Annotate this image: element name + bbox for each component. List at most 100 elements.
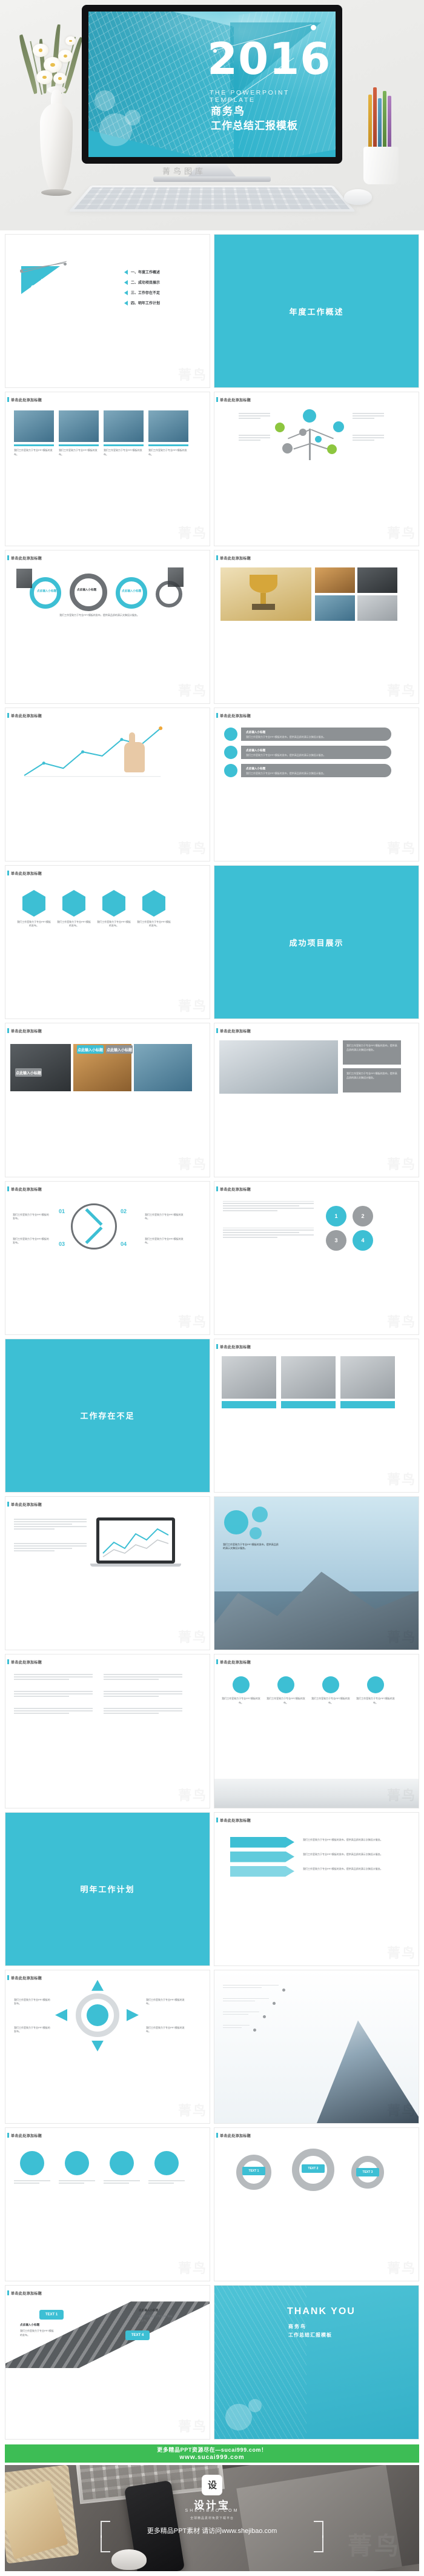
footer-brand-banner: 设 设计宝 SHEJIBAO.COM 全球精品素材免费下载平台 更多精品PPT素…	[5, 2464, 419, 2571]
monitor-base	[153, 176, 271, 182]
slide-title: 单击此处添加标题	[216, 1343, 251, 1350]
slide-thumbnail[interactable]: 单击此处添加标题 我们工作室致力于专业PPT模板的发布，提供高品质的演示文稿设计…	[214, 1023, 419, 1177]
watermark: 菁鸟	[178, 2416, 207, 2435]
watermark: 菁鸟	[178, 2258, 207, 2277]
slide-thumbnail[interactable]: 单击此处添加标题 点此输入小标题 我们工作室致力于专业PPT模板的发布，提供高品…	[214, 707, 419, 861]
slide-title: 单击此处添加标题	[7, 871, 42, 876]
slide-thumbnail[interactable]: 单击此处添加标题 我们工作室致力于专业PPT模板的发布。 我们工作室致力于专业P…	[5, 865, 210, 1020]
slide-title: 单击此处添加标题	[7, 1975, 42, 1981]
body-text: 我们工作室致力于专业PPT模板的发布。	[139, 2315, 173, 2322]
section-title: 工作存在不足	[5, 1339, 210, 1492]
slide-thumbnail[interactable]: 单击此处添加标题 我们工作室致力于专业PPT模板的发布。 我们工作室致力于专业P…	[5, 392, 210, 546]
body-text: 我们工作室致力于专业PPT模板的发布。	[13, 1213, 49, 1220]
bullet-triangle-icon	[124, 290, 128, 295]
body-text: 我们工作室致力于专业PPT模板的发布。	[137, 920, 171, 928]
contents-item[interactable]: 一、年度工作概述	[131, 269, 160, 275]
contents-item[interactable]: 二、成功项目展示	[131, 279, 160, 285]
laptop-mockup	[96, 1517, 175, 1564]
hero-watermark: 菁鸟图库	[162, 167, 207, 176]
contents-item[interactable]: 三、工作存在不足	[131, 290, 160, 295]
slide-thumbnail-grid: 目录 CONTENTS 一、年度工作概述 二、成功项目展示 三、工作存在不足 四…	[0, 230, 424, 2442]
footer-brand-en: SHEJIBAO.COM	[185, 2508, 239, 2513]
list-subtitle: 点此输入小标题	[246, 730, 266, 734]
body-text: 我们工作室致力于专业PPT模板的发布。	[145, 1213, 184, 1220]
watermark: 菁鸟	[178, 2100, 207, 2119]
slide-thumbnail[interactable]: 单击此处添加标题 TEXT 1 TEXT 4 点此输入小标题 我们工作室致力于专…	[5, 2285, 210, 2440]
slide-thumbnail[interactable]: 菁鸟	[214, 1969, 419, 2124]
watermark: 菁鸟	[178, 838, 207, 857]
growth-line-chart	[24, 726, 163, 777]
step-number: 03	[59, 1240, 65, 1247]
body-text: 我们工作室致力于专业PPT模板的发布。	[14, 1998, 50, 2006]
hero-brand-cn: 商务鸟	[211, 105, 245, 117]
slide-title: 单击此处添加标题	[216, 1817, 251, 1823]
slide-thumbnail[interactable]: 单击此处添加标题 菁鸟	[5, 707, 210, 861]
promo-line-2: www.sucai999.com	[179, 2454, 245, 2461]
body-text: 我们工作室致力于专业PPT模板的发布，提供高品质的演示文稿设计服务。	[303, 1838, 383, 1841]
slide-thumbnail[interactable]: 明年工作计划	[5, 1812, 210, 1966]
contents-item[interactable]: 四、明年工作计划	[131, 300, 160, 306]
body-text: 我们工作室致力于专业PPT模板的发布。	[356, 1697, 395, 1704]
bullet-triangle-icon	[124, 269, 128, 275]
slide-title: 单击此处添加标题	[7, 2290, 42, 2296]
body-text: 我们工作室致力于专业PPT模板的发布。	[311, 1697, 350, 1704]
slide-thumbnail[interactable]: THANK YOU 商务鸟 工作总结汇报模板	[214, 2285, 419, 2440]
section-title: 明年工作计划	[5, 1812, 210, 1965]
photo-chip: 点此输入小标题	[106, 1045, 133, 1054]
slide-thumbnail[interactable]: 单击此处添加标题 菁鸟	[214, 549, 419, 704]
slide-thumbnail[interactable]: 年度工作概述	[214, 234, 419, 389]
bracket-bottom-left-icon	[101, 2535, 110, 2552]
mouse-mockup	[344, 189, 372, 205]
contents-label-cn: 目录	[41, 279, 49, 284]
shejibao-logo-icon: 设	[202, 2474, 222, 2495]
bullet-triangle-icon	[124, 279, 128, 285]
body-text: 我们工作室致力于专业PPT模板的发布。	[222, 1697, 260, 1704]
decorative-vase-with-flowers	[17, 12, 90, 212]
slide-thumbnail[interactable]: 目录 CONTENTS 一、年度工作概述 二、成功项目展示 三、工作存在不足 四…	[5, 234, 210, 389]
hero-subtitle-cn: 工作总结汇报模板	[211, 120, 298, 132]
body-text: 我们工作室致力于专业PPT模板的发布。	[145, 1237, 184, 1244]
road-subtitle: 点此输入小标题	[20, 2323, 40, 2327]
contents-label-en: CONTENTS	[31, 284, 66, 290]
slide-thumbnail[interactable]: 单击此处添加标题 TEXT 1 TEXT 2 TEXT 3 菁鸟	[214, 2127, 419, 2282]
step-number: 04	[121, 1240, 127, 1247]
watermark: 菁鸟	[178, 364, 207, 384]
slide-thumbnail[interactable]: 单击此处添加标题 菁鸟	[214, 1338, 419, 1493]
body-text: 我们工作室致力于专业PPT模板的发布，提供高品质的演示文稿设计服务。	[303, 1852, 383, 1856]
slide-thumbnail[interactable]: 单击此处添加标题 点此输入小标题 点此输入小标题 点此输入小标题 我们工作室致力…	[5, 549, 210, 704]
body-text: 我们工作室致力于专业PPT模板的发布。	[57, 920, 91, 928]
slide-thumbnail[interactable]: 单击此处添加标题 01 02 03 04 我们工作室致力于专业PPT模板的发布。…	[5, 1180, 210, 1335]
slide-thumbnail[interactable]: 单击此处添加标题 菁鸟	[5, 2127, 210, 2282]
slide-thumbnail[interactable]: 成功项目展示	[214, 865, 419, 1020]
hero-tagline: THE POWERPOINT TEMPLATE	[210, 89, 290, 104]
promo-banner[interactable]: 更多精品PPT资源尽在—sucai999.com！ www.sucai999.c…	[5, 2444, 419, 2463]
body-text: 我们工作室致力于专业PPT模板的发布。	[267, 1697, 305, 1704]
photo-chip: 点此输入小标题	[15, 1068, 42, 1077]
slide-title: 单击此处添加标题	[216, 397, 251, 403]
body-text: 我们工作室致力于专业PPT模板的发布，提供高品质的演示文稿设计服务。	[346, 1044, 397, 1051]
bread-basket-prop	[5, 2464, 79, 2564]
slide-thumbnail[interactable]: 工作存在不足	[5, 1338, 210, 1493]
slide-thumbnail[interactable]: 单击此处添加标题 1 2 3 4 菁鸟	[214, 1180, 419, 1335]
watermark: 菁鸟	[178, 1627, 207, 1646]
photo-chip: 点此输入小标题	[77, 1045, 104, 1054]
watermark: 菁鸟	[387, 2258, 416, 2277]
slide-thumbnail[interactable]: 单击此处添加标题 我们工作室致力于专业PPT模板的发布。 我们工作室致力于专业P…	[5, 1969, 210, 2124]
slide-thumbnail[interactable]: 单击此处添加标题 我们工作室致力于专业PPT模板的发布。 我们工作室致力于专业P…	[214, 1654, 419, 1808]
step-number: 02	[121, 1208, 127, 1214]
slide-thumbnail[interactable]: 单击此处添加标题 点此输入小标题 点此输入小标题 点此输入小标题 菁鸟	[5, 1023, 210, 1177]
slide-title: 单击此处添加标题	[216, 1028, 251, 1034]
footer-cta-text[interactable]: 更多精品PPT素材 请访问www.shejibao.com	[147, 2526, 277, 2535]
list-subtitle: 点此输入小标题	[246, 766, 266, 770]
slide-thumbnail[interactable]: 单击此处添加标题 菁鸟	[5, 1496, 210, 1651]
slide-thumbnail[interactable]: 单击此处添加标题 菁鸟	[5, 1654, 210, 1808]
slide-thumbnail[interactable]: 单击此处添加标题 我们工作室致力于专业PPT模板的发布，提供高品质的演示文稿设计…	[214, 1812, 419, 1966]
slide-thumbnail[interactable]: 单击此处添加标题 菁鸟	[214, 392, 419, 546]
bullet-triangle-icon	[124, 300, 128, 306]
slide-title: 单击此处添加标题	[7, 712, 42, 718]
monitor-mockup: 2016 THE POWERPOINT TEMPLATE 商务鸟 工作总结汇报模…	[82, 5, 342, 182]
thanks-brand-cn: 商务鸟	[288, 2324, 306, 2330]
body-text: 我们工作室致力于专业PPT模板的发布。	[14, 2026, 50, 2033]
step-number: 3	[334, 1237, 338, 1243]
slide-thumbnail[interactable]: 我们工作室致力于专业PPT模板的发布，提供高品质的演示文稿设计服务。 菁鸟	[214, 1496, 419, 1651]
